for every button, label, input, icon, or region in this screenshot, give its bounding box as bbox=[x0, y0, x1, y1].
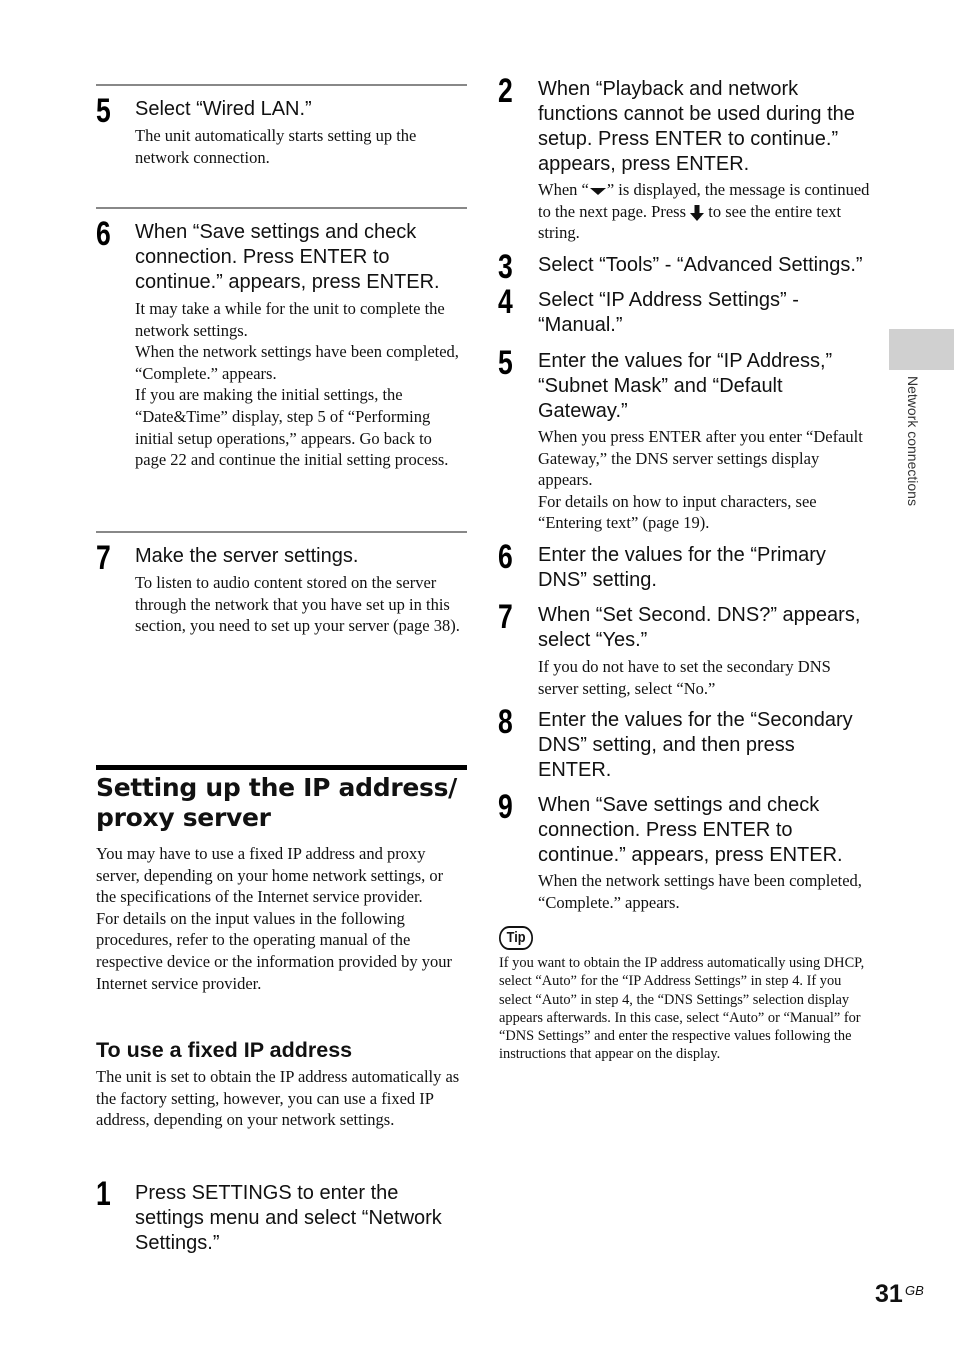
divider bbox=[96, 84, 467, 86]
step-number: 6 bbox=[96, 215, 111, 253]
subsection-body: The unit is set to obtain the IP address… bbox=[96, 1067, 460, 1130]
step-title: Enter the values for “IP Address,” “Subn… bbox=[538, 350, 833, 422]
step-6-save-settings: 6 When “Save settings and check connecti… bbox=[96, 217, 467, 471]
step-number: 9 bbox=[498, 788, 513, 826]
tip-badge: Tip bbox=[499, 926, 534, 950]
step-title: When “Set Second. DNS?” appears, select … bbox=[538, 604, 861, 651]
step-body-line: When the network settings have been comp… bbox=[135, 342, 459, 383]
step-8-secondary-dns: 8 Enter the values for the “Secondary DN… bbox=[498, 705, 873, 783]
step-number: 1 bbox=[96, 1175, 111, 1213]
step-body-line: If you are making the initial settings, … bbox=[135, 385, 449, 470]
step-body: When “” is displayed, the message is con… bbox=[538, 180, 870, 243]
step-5-ip-values: 5 Enter the values for “IP Address,” “Su… bbox=[498, 346, 873, 534]
step-number: 7 bbox=[498, 598, 513, 636]
step-title: When “Playback and network functions can… bbox=[538, 78, 855, 175]
step-2-playback: 2 When “Playback and network functions c… bbox=[498, 74, 873, 244]
subsection-title: To use a fixed IP address bbox=[96, 1038, 353, 1062]
step-title: Enter the values for the “Secondary DNS”… bbox=[538, 709, 853, 781]
step-9-save-settings: 9 When “Save settings and check connecti… bbox=[498, 790, 873, 913]
step-number: 8 bbox=[498, 703, 513, 741]
step-7-second-dns: 7 When “Set Second. DNS?” appears, selec… bbox=[498, 600, 873, 699]
step-number: 3 bbox=[498, 248, 513, 286]
down-triangle-icon bbox=[589, 188, 606, 196]
step-title: Enter the values for the “Primary DNS” s… bbox=[538, 544, 826, 591]
intro-paragraph: For details on the input values in the f… bbox=[96, 908, 453, 993]
down-arrow-icon bbox=[690, 204, 705, 221]
step-body-line: It may take a while for the unit to comp… bbox=[135, 299, 445, 340]
step-body-line: For details on how to input characters, … bbox=[538, 491, 817, 533]
step-3-tools: 3 Select “Tools” - “Advanced Settings.” bbox=[498, 250, 873, 284]
step-title: Select “Tools” - “Advanced Settings.” bbox=[538, 254, 863, 276]
step-number: 7 bbox=[96, 539, 111, 577]
section-tab-label: Network connections bbox=[905, 376, 921, 506]
tip-box: Tip If you want to obtain the IP address… bbox=[499, 926, 871, 1064]
tip-body: If you want to obtain the IP address aut… bbox=[499, 955, 865, 1063]
step-title: Make the server settings. bbox=[135, 545, 359, 567]
section-tab-marker bbox=[889, 329, 954, 370]
step-title: When “Save settings and check connection… bbox=[538, 794, 843, 866]
step-body: To listen to audio content stored on the… bbox=[135, 573, 460, 636]
step-4-ip-settings: 4 Select “IP Address Settings” - “Manual… bbox=[498, 285, 873, 338]
step-number: 5 bbox=[96, 92, 111, 130]
divider bbox=[96, 531, 467, 533]
step-number: 6 bbox=[498, 538, 513, 576]
step-title: Select “IP Address Settings” - “Manual.” bbox=[538, 289, 799, 336]
section-rule bbox=[96, 765, 467, 770]
page-suffix: GB bbox=[905, 1283, 924, 1298]
intro-paragraph: You may have to use a fixed IP address a… bbox=[96, 844, 444, 907]
step-body: When the network settings have been comp… bbox=[538, 871, 862, 912]
page-number: 31 bbox=[875, 1280, 903, 1308]
step-body: If you do not have to set the secondary … bbox=[538, 657, 831, 698]
step-7-server-settings: 7 Make the server settings. To listen to… bbox=[96, 541, 467, 637]
step-number: 5 bbox=[498, 344, 513, 382]
step-1-settings: 1 Press SETTINGS to enter the settings m… bbox=[96, 1177, 467, 1256]
step-number: 2 bbox=[498, 72, 513, 110]
step-number: 4 bbox=[498, 283, 513, 321]
step-body: The unit automatically starts setting up… bbox=[135, 126, 417, 167]
section-title: Setting up the IP address/ proxy server bbox=[96, 773, 457, 832]
step-body-line: When you press ENTER after you enter “De… bbox=[538, 427, 863, 490]
step-title: Select “Wired LAN.” bbox=[135, 98, 312, 120]
step-6-primary-dns: 6 Enter the values for the “Primary DNS”… bbox=[498, 540, 873, 593]
divider bbox=[96, 207, 467, 209]
step-title: Press SETTINGS to enter the settings men… bbox=[135, 1182, 442, 1254]
step-5-wired-lan: 5 Select “Wired LAN.” The unit automatic… bbox=[96, 94, 467, 168]
step-title: When “Save settings and check connection… bbox=[135, 221, 440, 293]
